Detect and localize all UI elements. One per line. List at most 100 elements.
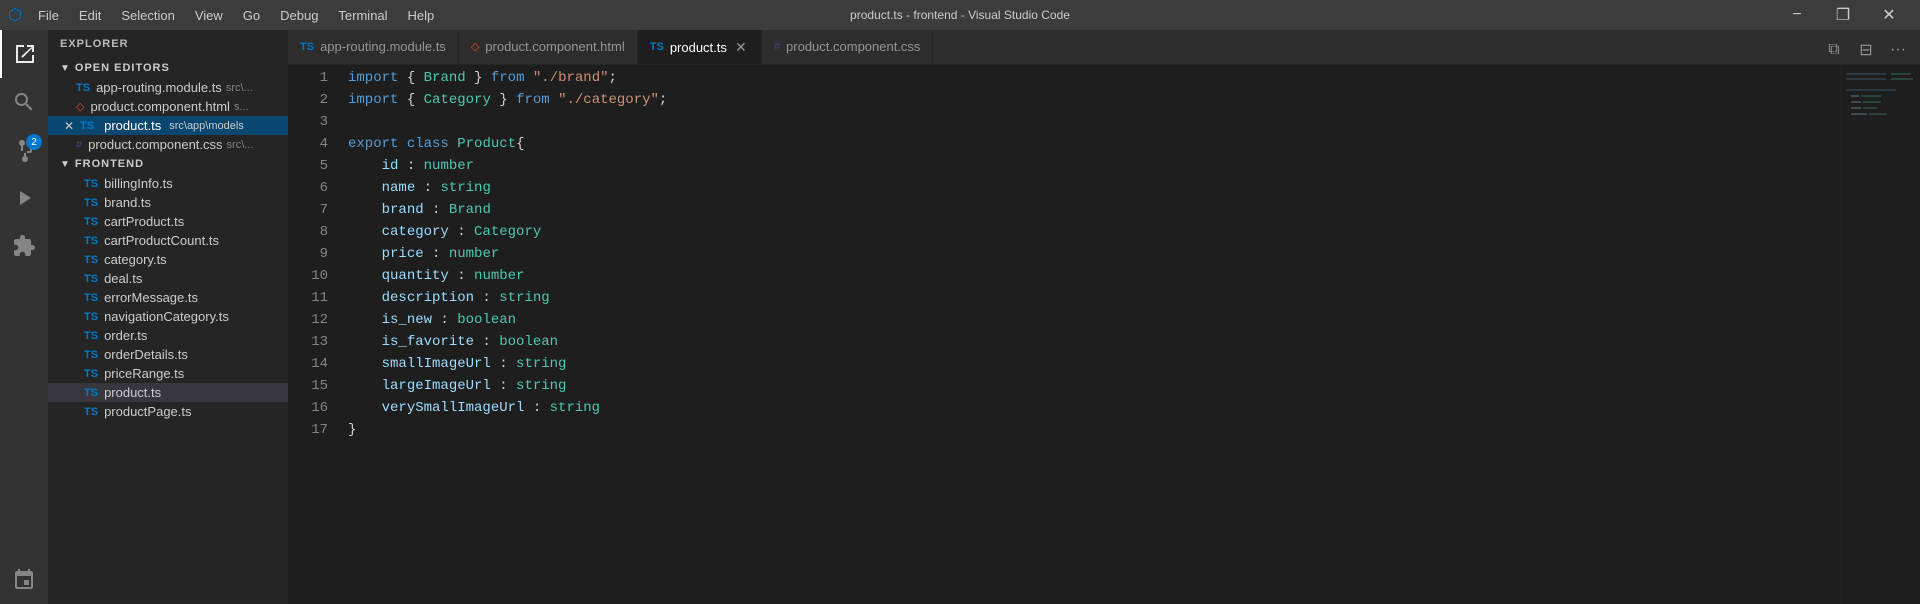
file-productPage[interactable]: TS productPage.ts [48, 402, 288, 421]
menu-debug[interactable]: Debug [272, 6, 326, 25]
minimize-button[interactable]: − [1774, 0, 1820, 30]
css-file-icon: # [76, 139, 82, 151]
tab-app-routing[interactable]: TS app-routing.module.ts [288, 30, 459, 64]
file-cartProductCount[interactable]: TS cartProductCount.ts [48, 231, 288, 250]
open-file-product-html[interactable]: ◇ product.component.html s... [48, 97, 288, 116]
frontend-section[interactable]: ▼ FRONTEND [48, 154, 288, 174]
file-cartProduct[interactable]: TS cartProduct.ts [48, 212, 288, 231]
filename: orderDetails.ts [104, 347, 188, 362]
code-line-16: verySmallImageUrl : string [348, 397, 1840, 419]
filename: brand.ts [104, 195, 151, 210]
activity-search[interactable] [0, 78, 48, 126]
activity-run[interactable] [0, 174, 48, 222]
filename: navigationCategory.ts [104, 309, 229, 324]
line-numbers: 1 2 3 4 5 6 7 8 9 10 11 12 13 14 15 16 1… [288, 65, 338, 604]
file-category[interactable]: TS category.ts [48, 250, 288, 269]
ts-icon: TS [84, 197, 98, 209]
frontend-label: FRONTEND [75, 158, 144, 170]
css-tab-icon: # [774, 41, 780, 53]
code-line-14: smallImageUrl : string [348, 353, 1840, 375]
filename: cartProductCount.ts [104, 233, 219, 248]
file-path: src\app\models [169, 120, 244, 132]
ts-tab-icon: TS [650, 41, 664, 53]
tab-label: product.component.html [485, 39, 624, 54]
ts-file-icon: TS [76, 82, 90, 94]
file-path: src\... [226, 82, 253, 94]
file-deal[interactable]: TS deal.ts [48, 269, 288, 288]
open-file-name: product.component.css [88, 137, 222, 152]
split-editor-button[interactable]: ⧉ [1820, 36, 1848, 64]
tab-label: product.component.css [786, 39, 920, 54]
file-brand[interactable]: TS brand.ts [48, 193, 288, 212]
menu-file[interactable]: File [30, 6, 67, 25]
code-line-10: quantity : number [348, 265, 1840, 287]
close-button[interactable]: ✕ [1866, 0, 1912, 30]
vscode-logo-icon: ⬡ [8, 5, 22, 25]
tab-close-button[interactable]: ✕ [733, 39, 749, 55]
tab-label: app-routing.module.ts [320, 39, 446, 54]
code-line-3 [348, 111, 1840, 133]
file-billingInfo[interactable]: TS billingInfo.ts [48, 174, 288, 193]
ts-icon: TS [84, 311, 98, 323]
sidebar: EXPLORER ▼ OPEN EDITORS TS app-routing.m… [48, 30, 288, 604]
ts-icon: TS [84, 368, 98, 380]
more-actions-button[interactable]: ··· [1884, 36, 1912, 64]
maximize-button[interactable]: ❐ [1820, 0, 1866, 30]
filename: billingInfo.ts [104, 176, 173, 191]
menu-view[interactable]: View [187, 6, 231, 25]
activity-remote[interactable] [0, 556, 48, 604]
menu-help[interactable]: Help [400, 6, 443, 25]
code-line-8: category : Category [348, 221, 1840, 243]
frontend-chevron: ▼ [60, 159, 71, 170]
filename: product.ts [104, 385, 161, 400]
activity-source-control[interactable]: 2 [0, 126, 48, 174]
code-editor[interactable]: import { Brand } from "./brand"; import … [338, 65, 1840, 604]
editor-area: TS app-routing.module.ts ◇ product.compo… [288, 30, 1920, 604]
file-product[interactable]: TS product.ts [48, 383, 288, 402]
close-icon[interactable]: ✕ [64, 119, 74, 133]
filename: priceRange.ts [104, 366, 184, 381]
menu-selection[interactable]: Selection [113, 6, 182, 25]
activity-explorer[interactable] [0, 30, 48, 78]
filename: errorMessage.ts [104, 290, 198, 305]
open-file-product-css[interactable]: # product.component.css src\... [48, 135, 288, 154]
open-editors-section[interactable]: ▼ OPEN EDITORS [48, 58, 288, 78]
tab-product-ts[interactable]: TS product.ts ✕ [638, 30, 762, 64]
tab-label: product.ts [670, 40, 727, 55]
ts-file-icon: TS [80, 120, 94, 132]
ts-icon: TS [84, 292, 98, 304]
activity-extensions[interactable] [0, 222, 48, 270]
code-line-2: import { Category } from "./category"; [348, 89, 1840, 111]
file-order[interactable]: TS order.ts [48, 326, 288, 345]
ts-icon: TS [84, 406, 98, 418]
open-editors-label: OPEN EDITORS [75, 62, 170, 74]
ts-icon: TS [84, 254, 98, 266]
file-navigationCategory[interactable]: TS navigationCategory.ts [48, 307, 288, 326]
open-file-product-ts[interactable]: ✕ TS product.ts src\app\models [48, 116, 288, 135]
activity-bar: 2 [0, 30, 48, 604]
open-file-name: app-routing.module.ts [96, 80, 222, 95]
code-line-7: brand : Brand [348, 199, 1840, 221]
code-line-12: is_new : boolean [348, 309, 1840, 331]
ts-icon: TS [84, 235, 98, 247]
code-line-11: description : string [348, 287, 1840, 309]
code-line-17: } [348, 419, 1840, 441]
tab-product-css[interactable]: # product.component.css [762, 30, 934, 64]
code-line-4: export class Product{ [348, 133, 1840, 155]
menu-terminal[interactable]: Terminal [330, 6, 395, 25]
toggle-panel-button[interactable]: ⊟ [1852, 36, 1880, 64]
window-controls: − ❐ ✕ [1774, 0, 1912, 30]
ts-icon: TS [84, 330, 98, 342]
filename: category.ts [104, 252, 167, 267]
file-priceRange[interactable]: TS priceRange.ts [48, 364, 288, 383]
open-file-app-routing[interactable]: TS app-routing.module.ts src\... [48, 78, 288, 97]
code-line-15: largeImageUrl : string [348, 375, 1840, 397]
menu-go[interactable]: Go [235, 6, 268, 25]
file-orderDetails[interactable]: TS orderDetails.ts [48, 345, 288, 364]
main-layout: 2 EXPLORER ▼ OPEN EDITORS TS app-routing… [0, 30, 1920, 604]
menu-edit[interactable]: Edit [71, 6, 109, 25]
file-errorMessage[interactable]: TS errorMessage.ts [48, 288, 288, 307]
tab-product-html[interactable]: ◇ product.component.html [459, 30, 638, 64]
tab-bar: TS app-routing.module.ts ◇ product.compo… [288, 30, 1920, 65]
file-path: s... [234, 101, 249, 113]
